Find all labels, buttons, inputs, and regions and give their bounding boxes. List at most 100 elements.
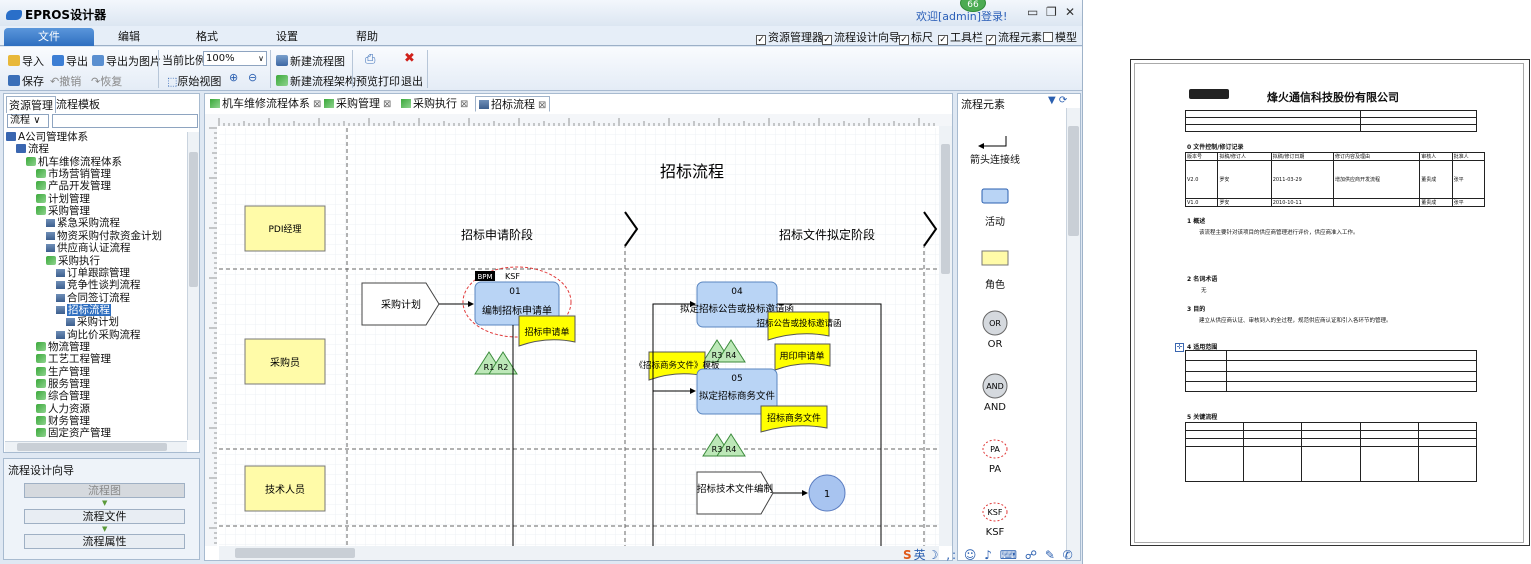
editor-tab-3[interactable]: 招标流程 ⊠	[475, 96, 550, 112]
tree-item-14[interactable]: 招标流程	[56, 303, 111, 316]
close-icon[interactable]: ✕	[1065, 5, 1075, 19]
tree-item-21[interactable]: 综合管理	[36, 390, 90, 402]
tree-item-6[interactable]: 采购管理	[36, 205, 90, 217]
editor-tab-0[interactable]: 机车维修流程体系 ⊠	[207, 96, 321, 112]
undo-button[interactable]: ↶撤销	[50, 73, 81, 89]
original-view-button[interactable]: ⬚原始视图	[167, 73, 221, 89]
toggle-1[interactable]: ✓ 流程设计向导	[822, 29, 900, 45]
folder-icon	[36, 341, 46, 351]
role-icon[interactable]	[981, 250, 1009, 266]
welcome-link[interactable]: 欢迎[admin]登录!	[916, 8, 1007, 24]
export-image-button[interactable]: 导出为图片	[92, 53, 161, 69]
tree-item-12[interactable]: 竞争性谈判流程	[56, 279, 141, 291]
tree-filter-select[interactable]: 流程 ∨	[7, 114, 49, 128]
toggle-4[interactable]: ✓ 流程元素	[986, 29, 1042, 45]
tree-item-18[interactable]: 工艺工程管理	[36, 353, 111, 365]
ime-mode-label[interactable]: 英	[914, 548, 928, 562]
diagram-title: 招标流程	[660, 162, 724, 181]
tree-item-10[interactable]: 采购执行	[46, 255, 100, 267]
svg-text:R1: R1	[484, 363, 495, 372]
tree-search-input[interactable]	[52, 114, 198, 128]
editor-tab-1[interactable]: 采购管理 ⊠	[321, 96, 395, 112]
tab-flow-template[interactable]: 流程模板	[56, 96, 100, 112]
svg-text:招标公告或投标邀请函: 招标公告或投标邀请函	[756, 318, 841, 329]
close-tab-icon[interactable]: ⊠	[383, 99, 391, 110]
guide-flow-map-button[interactable]: 流程图	[24, 483, 185, 498]
arrow-connector-icon[interactable]	[984, 136, 1007, 147]
guide-flow-attr-button[interactable]: 流程属性	[24, 534, 185, 549]
redo-button[interactable]: ↷恢复	[91, 73, 122, 89]
tree-item-22[interactable]: 人力资源	[36, 403, 90, 415]
flow-icon	[56, 330, 65, 339]
doc-company-name: 烽火通信科技股份有限公司	[1267, 91, 1399, 104]
tree-item-15[interactable]: 采购计划	[66, 316, 119, 328]
zoom-in-icon[interactable]: ⊕	[229, 71, 238, 84]
minimize-icon[interactable]: ▭	[1027, 5, 1038, 19]
import-button[interactable]: 导入	[8, 53, 44, 69]
toggle-0[interactable]: ✓ 资源管理器	[756, 29, 823, 45]
menu-tab-settings[interactable]: 设置	[252, 28, 322, 46]
zoom-select[interactable]: 100% ∨	[203, 51, 267, 66]
menu-tab-edit[interactable]: 编辑	[94, 28, 164, 46]
tab-resource-management[interactable]: 资源管理	[6, 96, 56, 113]
ime-tools-icon[interactable]: ☽ ,: ☺ ♪ ⌨ ☍ ✎ ✆	[928, 548, 1075, 562]
tree-item-16[interactable]: 询比价采购流程	[56, 329, 141, 341]
folder-icon	[36, 416, 46, 426]
tree-item-17[interactable]: 物流管理	[36, 341, 90, 353]
guide-flow-file-button[interactable]: 流程文件	[24, 509, 185, 524]
tree-item-23[interactable]: 财务管理	[36, 415, 90, 427]
close-tab-icon[interactable]: ⊠	[538, 100, 546, 111]
close-tab-icon[interactable]: ⊠	[460, 99, 468, 110]
svg-text:R3: R3	[712, 351, 723, 360]
folder-icon	[36, 366, 46, 376]
elements-scrollbar[interactable]	[1066, 108, 1080, 560]
new-flow-arch-button[interactable]: 新建流程架构	[276, 73, 356, 89]
exit-button[interactable]: 退出	[401, 73, 423, 89]
tree-item-4[interactable]: 产品开发管理	[36, 180, 111, 192]
exit-icon[interactable]: ✖	[404, 51, 415, 66]
diagram-canvas[interactable]: 招标流程 招标申请阶段 招标文件拟定阶段 PDI经理 采购员 技术人员 采购计划…	[205, 114, 952, 560]
sogou-icon[interactable]: S	[903, 548, 914, 562]
flow-elements-panel: 流程元素 ▼ ⟳ OR AND PA KSF 箭头连接线 活动 角色 OR AN…	[957, 93, 1081, 561]
tree-item-9[interactable]: 供应商认证流程	[46, 242, 131, 254]
table-move-handle-icon[interactable]: ✛	[1175, 343, 1184, 352]
tree-item-8[interactable]: 物资采购付款资金计划	[46, 230, 162, 242]
menu-tab-help[interactable]: 帮助	[332, 28, 402, 46]
printer-icon[interactable]: ⎙	[365, 52, 375, 67]
print-preview-button[interactable]: 预览打印	[356, 73, 400, 89]
zoom-out-icon[interactable]: ⊖	[248, 71, 257, 84]
activity-icon[interactable]	[981, 188, 1009, 204]
toggle-2[interactable]: ✓ 标尺	[899, 29, 933, 45]
menu-tab-format[interactable]: 格式	[172, 28, 242, 46]
tree-horizontal-scrollbar[interactable]	[5, 441, 187, 452]
tree-item-24[interactable]: 固定资产管理	[36, 427, 111, 439]
tree-item-5[interactable]: 计划管理	[36, 193, 90, 205]
tree-item-0[interactable]: A公司管理体系	[6, 131, 88, 143]
app-title: EPROS设计器	[25, 8, 107, 22]
panel-menu-icon[interactable]: ▼ ⟳	[1048, 95, 1067, 106]
svg-text:招标技术文件编制: 招标技术文件编制	[697, 483, 773, 495]
editor-tab-2[interactable]: 采购执行 ⊠	[398, 96, 472, 112]
tree-item-19[interactable]: 生产管理	[36, 366, 90, 378]
tree-item-1[interactable]: 流程	[16, 143, 49, 155]
folder-icon	[36, 428, 46, 438]
tree-item-7[interactable]: 紧急采购流程	[46, 217, 120, 229]
checkbox-icon	[1043, 32, 1053, 42]
tree-item-2[interactable]: 机车维修流程体系	[26, 156, 122, 168]
doc-scope-table	[1185, 349, 1478, 393]
menu-tab-file[interactable]: 文件	[4, 28, 94, 46]
new-flow-map-button[interactable]: 新建流程图	[276, 53, 345, 69]
toggle-3[interactable]: ✓ 工具栏	[938, 29, 983, 45]
restore-icon[interactable]: ❐	[1046, 5, 1057, 19]
tree-item-11[interactable]: 订单跟踪管理	[56, 267, 130, 279]
toggle-5[interactable]: 模型	[1043, 29, 1077, 45]
diagram-svg: 招标流程 招标申请阶段 招标文件拟定阶段 PDI经理 采购员 技术人员 采购计划…	[205, 114, 952, 560]
export-button[interactable]: 导出	[52, 53, 88, 69]
svg-text:04: 04	[731, 287, 743, 297]
folder-icon	[36, 193, 46, 203]
tree-vertical-scrollbar[interactable]	[187, 132, 199, 440]
tree-item-13[interactable]: 合同签订流程	[56, 292, 130, 304]
save-button[interactable]: 保存	[8, 73, 44, 89]
tree-item-3[interactable]: 市场营销管理	[36, 168, 111, 180]
tree-item-20[interactable]: 服务管理	[36, 378, 90, 390]
